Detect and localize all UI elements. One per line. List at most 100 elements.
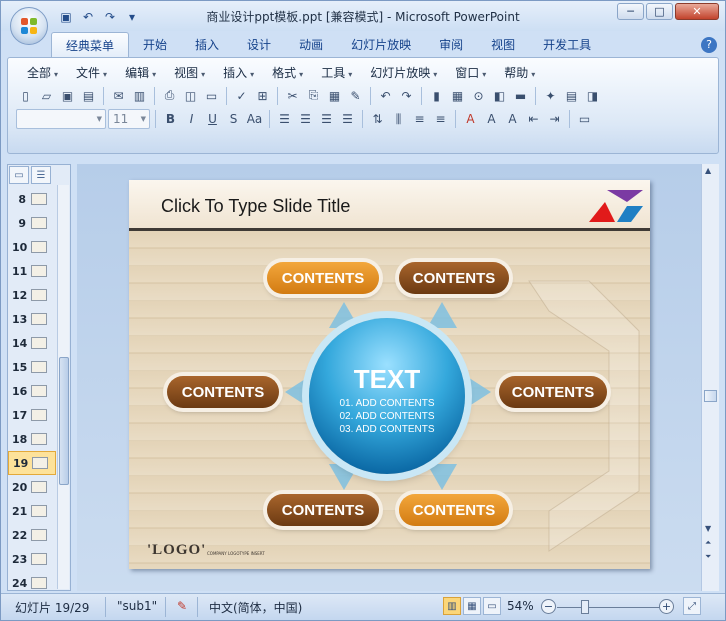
- slide-thumbnail[interactable]: 19: [8, 451, 56, 475]
- decrease-indent-icon[interactable]: ⇤: [524, 110, 543, 129]
- menu-view[interactable]: 视图 ▾: [165, 64, 214, 82]
- cut-icon[interactable]: ✂: [283, 86, 302, 105]
- tab-design[interactable]: 设计: [233, 32, 285, 58]
- menu-edit[interactable]: 编辑 ▾: [116, 64, 165, 82]
- slide-thumbnail[interactable]: 8: [8, 187, 56, 211]
- format-painter-icon[interactable]: ✎: [346, 86, 365, 105]
- font-size-combo[interactable]: 11: [108, 109, 150, 129]
- spell-check-icon[interactable]: ✎: [177, 599, 187, 613]
- contents-pill-top-right[interactable]: CONTENTS: [399, 262, 509, 294]
- spelling-icon[interactable]: ✓: [232, 86, 251, 105]
- office-button[interactable]: [10, 7, 48, 45]
- slide-thumbnail[interactable]: 24: [8, 571, 56, 595]
- menu-format[interactable]: 格式 ▾: [263, 64, 312, 82]
- help-icon[interactable]: ?: [701, 37, 717, 53]
- undo-icon[interactable]: ↶: [376, 86, 395, 105]
- tab-home[interactable]: 开始: [129, 32, 181, 58]
- font-name-combo[interactable]: [16, 109, 106, 129]
- slide-thumbnail[interactable]: 22: [8, 523, 56, 547]
- slide-thumbnail[interactable]: 15: [8, 355, 56, 379]
- numbering-icon[interactable]: ≡: [410, 110, 429, 129]
- research-icon[interactable]: ▭: [202, 86, 221, 105]
- align-right-icon[interactable]: ☰: [317, 110, 336, 129]
- bold-icon[interactable]: B: [161, 110, 180, 129]
- contents-pill-bottom-right[interactable]: CONTENTS: [399, 494, 509, 526]
- zoom-in-icon[interactable]: +: [659, 599, 674, 614]
- close-button[interactable]: ✕: [675, 3, 719, 20]
- grow-font-icon[interactable]: A: [482, 110, 501, 129]
- tab-animations[interactable]: 动画: [285, 32, 337, 58]
- color-grayscale-icon[interactable]: ◧: [490, 86, 509, 105]
- slide-thumbnail[interactable]: 9: [8, 211, 56, 235]
- workspace-scrollbar[interactable]: ▲ ▼ ⏶ ⏷: [701, 164, 719, 591]
- justify-icon[interactable]: ☰: [338, 110, 357, 129]
- scroll-down-icon[interactable]: ▼: [705, 524, 711, 533]
- slide-sorter-icon[interactable]: ▦: [463, 597, 481, 615]
- minimize-button[interactable]: ─: [617, 3, 644, 20]
- menu-insert[interactable]: 插入 ▾: [214, 64, 263, 82]
- underline-icon[interactable]: U: [203, 110, 222, 129]
- new-slide-icon[interactable]: ✦: [541, 86, 560, 105]
- contents-pill-left[interactable]: CONTENTS: [167, 376, 279, 408]
- menu-all[interactable]: 全部 ▾: [18, 64, 67, 82]
- zoom-out-icon[interactable]: −: [541, 599, 556, 614]
- increase-indent-icon[interactable]: ⇥: [545, 110, 564, 129]
- display-icon[interactable]: ▬: [511, 86, 530, 105]
- animation-icon[interactable]: ▭: [575, 110, 594, 129]
- paste-icon[interactable]: ▦: [325, 86, 344, 105]
- shrink-font-icon[interactable]: A: [503, 110, 522, 129]
- hyperlink-icon[interactable]: ⊙: [469, 86, 488, 105]
- slide-canvas[interactable]: Click To Type Slide Title TEXT 01. ADD C…: [129, 180, 650, 569]
- fit-to-window-icon[interactable]: ⤢: [683, 597, 701, 615]
- bullets-icon[interactable]: ≡: [431, 110, 450, 129]
- language-indicator[interactable]: 中文(简体，中国): [209, 599, 302, 616]
- new-icon[interactable]: ▯: [16, 86, 35, 105]
- tab-developer[interactable]: 开发工具: [529, 32, 605, 58]
- slide-title[interactable]: Click To Type Slide Title: [161, 196, 350, 217]
- zoom-level[interactable]: 54%: [507, 599, 534, 613]
- permission-icon[interactable]: ▤: [79, 86, 98, 105]
- align-center-icon[interactable]: ☰: [296, 110, 315, 129]
- save-icon[interactable]: ▣: [58, 86, 77, 105]
- menu-window[interactable]: 窗口 ▾: [446, 64, 495, 82]
- preview-icon[interactable]: ◫: [181, 86, 200, 105]
- menu-tools[interactable]: 工具 ▾: [312, 64, 361, 82]
- previous-slide-icon[interactable]: ⏶: [705, 538, 711, 548]
- tab-slideshow[interactable]: 幻灯片放映: [337, 32, 425, 58]
- print-icon[interactable]: ⎙: [160, 86, 179, 105]
- chart-icon[interactable]: ▮: [427, 86, 446, 105]
- menu-file[interactable]: 文件 ▾: [67, 64, 116, 82]
- contents-pill-right[interactable]: CONTENTS: [499, 376, 607, 408]
- email-icon[interactable]: ✉: [109, 86, 128, 105]
- shadow-icon[interactable]: S: [224, 110, 243, 129]
- change-case-icon[interactable]: Aa: [245, 110, 264, 129]
- contents-pill-bottom-left[interactable]: CONTENTS: [267, 494, 379, 526]
- slide-thumbnail[interactable]: 17: [8, 403, 56, 427]
- next-slide-icon[interactable]: ⏷: [705, 552, 711, 562]
- slide-thumbnail[interactable]: 16: [8, 379, 56, 403]
- print-preview-icon[interactable]: ▥: [130, 86, 149, 105]
- slide-thumbnail[interactable]: 18: [8, 427, 56, 451]
- slides-tab-icon[interactable]: ▭: [9, 166, 29, 184]
- translate-icon[interactable]: ⊞: [253, 86, 272, 105]
- zoom-slider[interactable]: [557, 607, 661, 608]
- maximize-button[interactable]: □: [646, 3, 673, 20]
- slide-thumbnail[interactable]: 11: [8, 259, 56, 283]
- slide-thumbnail[interactable]: 23: [8, 547, 56, 571]
- tab-review[interactable]: 审阅: [425, 32, 477, 58]
- slide-thumbnail[interactable]: 14: [8, 331, 56, 355]
- scrollbar-thumb[interactable]: [59, 357, 69, 485]
- slide-thumbnail[interactable]: 10: [8, 235, 56, 259]
- table-icon[interactable]: ▦: [448, 86, 467, 105]
- tab-classic-menu[interactable]: 经典菜单: [51, 32, 130, 58]
- slide-thumbnail[interactable]: 13: [8, 307, 56, 331]
- menu-slideshow[interactable]: 幻灯片放映 ▾: [361, 64, 446, 82]
- italic-icon[interactable]: I: [182, 110, 201, 129]
- center-sphere[interactable]: TEXT 01. ADD CONTENTS 02. ADD CONTENTS 0…: [309, 318, 465, 474]
- tab-view[interactable]: 视图: [477, 32, 529, 58]
- zoom-slider-thumb[interactable]: [581, 600, 589, 614]
- font-color-icon[interactable]: A: [461, 110, 480, 129]
- columns-icon[interactable]: ⫼: [389, 110, 408, 129]
- scroll-up-icon[interactable]: ▲: [705, 166, 711, 175]
- slideshow-icon[interactable]: ▭: [483, 597, 501, 615]
